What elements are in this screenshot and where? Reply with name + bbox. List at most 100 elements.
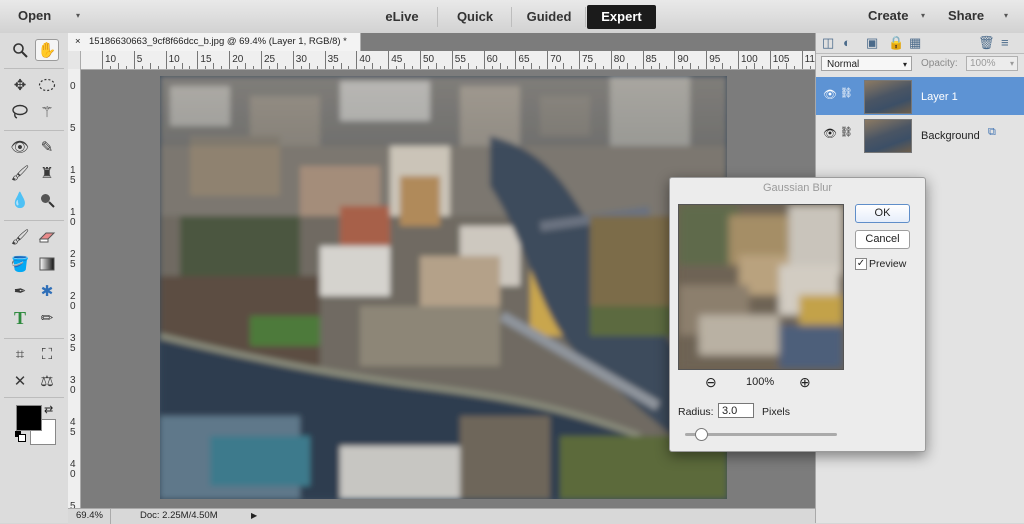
- layer-thumbnail: [864, 80, 912, 114]
- layer-row-background[interactable]: 👁 ⛓ Background ⧉: [816, 116, 1024, 154]
- ruler-tick: [451, 51, 453, 69]
- zoom-in-icon[interactable]: ⊕: [799, 374, 811, 391]
- ok-button[interactable]: OK: [855, 204, 910, 223]
- ruler-tick: [753, 63, 755, 69]
- opacity-value: 100%: [970, 58, 996, 69]
- ruler-tick: [761, 66, 763, 69]
- doc-size-readout: Doc: 2.25M/4.50M: [140, 510, 218, 521]
- lasso-tool-icon[interactable]: [8, 101, 32, 123]
- red-eye-tool-icon[interactable]: 👁: [8, 136, 32, 158]
- brush-tool-icon[interactable]: 🖌: [8, 226, 32, 248]
- create-button[interactable]: Create: [868, 8, 908, 23]
- move-tool-icon[interactable]: ✥: [8, 74, 32, 96]
- preview-checkbox[interactable]: ✓: [855, 258, 867, 270]
- ruler-tick-label: 80: [613, 54, 625, 65]
- ruler-tick: [380, 66, 382, 69]
- dialog-title[interactable]: Gaussian Blur: [670, 178, 925, 198]
- status-menu-icon[interactable]: ▶: [251, 509, 257, 523]
- ruler-tick: [253, 66, 255, 69]
- ruler-tick-label: 15: [200, 54, 212, 65]
- tab-quick[interactable]: Quick: [444, 5, 506, 29]
- foreground-color-swatch[interactable]: [16, 405, 42, 431]
- eyedropper-icon[interactable]: ✒: [8, 280, 32, 302]
- visibility-eye-icon[interactable]: 👁: [823, 127, 837, 140]
- hand-tool-icon[interactable]: ✋: [35, 39, 59, 61]
- tab-expert[interactable]: Expert: [587, 5, 656, 29]
- spot-healing-icon[interactable]: ✎: [35, 136, 59, 158]
- zoom-tool-icon[interactable]: [8, 39, 32, 61]
- new-layer-icon[interactable]: ◫: [822, 35, 834, 51]
- lock-transparency-icon[interactable]: ▦: [909, 35, 921, 51]
- photo-canvas[interactable]: [160, 76, 727, 499]
- open-dropdown-icon[interactable]: ▾: [76, 11, 80, 20]
- recompose-tool-icon[interactable]: ⛶: [35, 343, 59, 365]
- share-dropdown-icon[interactable]: ▾: [1004, 11, 1008, 20]
- radius-unit: Pixels: [762, 406, 791, 418]
- lock-all-icon[interactable]: 🔒: [888, 35, 904, 51]
- pencil-tool-icon[interactable]: ✏: [35, 307, 59, 329]
- radius-input[interactable]: 3.0: [718, 403, 754, 418]
- blend-mode-value: Normal: [827, 59, 860, 70]
- blur-tool-icon[interactable]: 💧: [8, 189, 32, 211]
- elliptical-marquee-icon[interactable]: [35, 74, 59, 96]
- panel-menu-icon[interactable]: ≡: [1001, 35, 1009, 50]
- open-button[interactable]: Open: [18, 8, 51, 23]
- ruler-tick: [221, 66, 223, 69]
- layers-toolbar: ◫ ◐ ▣ 🔒 ▦ 🗑 ≡: [816, 33, 1024, 54]
- link-icon[interactable]: ⛓: [840, 127, 853, 138]
- eraser-tool-icon[interactable]: [35, 226, 59, 248]
- ruler-tick: [475, 66, 477, 69]
- ruler-tick: [404, 63, 406, 69]
- chevron-down-icon: ▾: [902, 60, 907, 69]
- straighten-tool-icon[interactable]: ⚖: [35, 370, 59, 392]
- ruler-tick: [316, 66, 318, 69]
- cancel-button[interactable]: Cancel: [855, 230, 910, 249]
- link-icon[interactable]: ⛓: [840, 88, 853, 99]
- crop-tool-icon[interactable]: ⌗: [8, 343, 32, 365]
- paint-bucket-icon[interactable]: 🪣: [8, 253, 32, 275]
- ruler-tick-label: 90: [677, 54, 689, 65]
- content-aware-move-icon[interactable]: ✕: [8, 370, 32, 392]
- opacity-field[interactable]: 100% ▾: [966, 56, 1018, 71]
- ruler-tick: [547, 51, 549, 69]
- sponge-tool-icon[interactable]: [35, 189, 59, 211]
- default-colors-icon[interactable]: [15, 431, 26, 442]
- horizontal-ruler: 10 5 10 15 20 25 30 35 40 45 50 55 60 65 70 75 80 85 90 95 1…: [80, 51, 815, 70]
- visibility-eye-icon[interactable]: 👁: [823, 88, 837, 101]
- ruler-tick-label: 0: [70, 81, 76, 92]
- create-dropdown-icon[interactable]: ▾: [921, 11, 925, 20]
- tab-guided[interactable]: Guided: [516, 5, 582, 29]
- zoom-out-icon[interactable]: ⊖: [705, 374, 717, 391]
- ruler-tick-label: 5: [70, 427, 76, 438]
- ruler-tick: [435, 63, 437, 69]
- radius-slider-handle[interactable]: [695, 428, 709, 441]
- ruler-tick: [237, 66, 239, 69]
- ruler-tick: [420, 51, 421, 69]
- clone-stamp-icon[interactable]: ♜: [35, 162, 59, 184]
- zoom-readout[interactable]: 69.4%: [76, 509, 103, 523]
- smart-brush-icon[interactable]: 🖌: [8, 162, 32, 184]
- delete-layer-icon[interactable]: 🗑: [978, 35, 995, 51]
- ruler-tick: [364, 66, 366, 69]
- document-tab[interactable]: × 15186630663_9cf8f66dcc_b.jpg @ 69.4% (…: [68, 33, 361, 51]
- ruler-tick-label: 0: [70, 217, 76, 228]
- blur-preview[interactable]: [678, 204, 844, 370]
- close-tab-icon[interactable]: ×: [75, 33, 81, 51]
- ruler-origin[interactable]: [68, 51, 80, 69]
- ruler-tick: [459, 66, 461, 69]
- type-tool-icon[interactable]: T: [8, 307, 32, 329]
- ruler-tick: [412, 66, 414, 69]
- tab-elive[interactable]: eLive: [372, 5, 432, 29]
- magic-wand-icon[interactable]: ⚚: [35, 101, 59, 123]
- adjustment-layer-icon[interactable]: ◐: [843, 35, 851, 50]
- blend-mode-select[interactable]: Normal ▾: [821, 56, 912, 71]
- layer-mask-icon[interactable]: ▣: [866, 35, 878, 51]
- swap-colors-icon[interactable]: ⇄: [44, 403, 53, 416]
- custom-shape-icon[interactable]: ✱: [35, 280, 59, 302]
- ruler-tick: [261, 51, 262, 69]
- layer-row-layer-1[interactable]: 👁 ⛓ Layer 1: [816, 77, 1024, 115]
- divider: [511, 7, 512, 27]
- share-button[interactable]: Share: [948, 8, 984, 23]
- gradient-tool-icon[interactable]: [35, 253, 59, 275]
- radius-value: 3.0: [722, 405, 738, 417]
